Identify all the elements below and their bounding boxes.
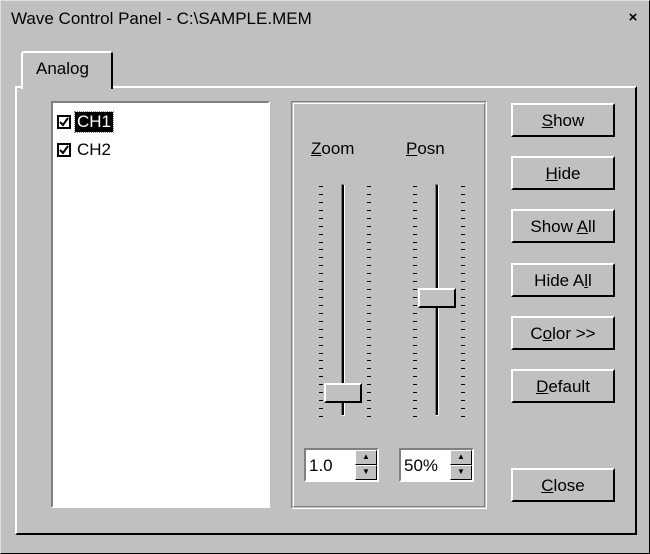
posn-ticks-right <box>461 186 465 417</box>
up-arrow-icon[interactable]: ▲ <box>450 450 472 465</box>
window-title: Wave Control Panel - C:\SAMPLE.MEM <box>11 9 312 28</box>
channel-listbox[interactable]: CH1 CH2 <box>51 101 270 508</box>
ch2-checkbox[interactable] <box>57 143 71 157</box>
zoom-ticks-right <box>367 186 371 417</box>
close-button[interactable]: Close <box>511 468 615 502</box>
wave-control-panel-window: Wave Control Panel - C:\SAMPLE.MEM × Ana… <box>0 0 650 554</box>
down-arrow-icon[interactable]: ▼ <box>450 465 472 480</box>
down-arrow-icon[interactable]: ▼ <box>355 465 377 480</box>
list-item-ch1[interactable]: CH1 <box>57 111 115 133</box>
title-bar: Wave Control Panel - C:\SAMPLE.MEM × <box>3 3 647 31</box>
posn-spinbox[interactable]: 50% ▲ ▼ <box>399 448 474 482</box>
ch1-checkbox[interactable] <box>57 115 71 129</box>
zoom-spinbox[interactable]: 1.0 ▲ ▼ <box>304 448 379 482</box>
zoom-ticks-left <box>319 186 323 417</box>
hide-all-button[interactable]: Hide All <box>511 263 615 297</box>
show-button[interactable]: Show <box>511 103 615 137</box>
tab-label: Analog <box>36 59 89 78</box>
color-button[interactable]: Color >> <box>511 316 615 350</box>
close-icon[interactable]: × <box>625 10 641 27</box>
check-icon <box>59 145 69 155</box>
up-arrow-icon[interactable]: ▲ <box>355 450 377 465</box>
zoom-slider-track[interactable] <box>341 184 345 416</box>
zoom-slider-thumb[interactable] <box>324 383 362 404</box>
check-icon <box>59 117 69 127</box>
zoom-label: Zoom <box>311 139 355 158</box>
zoom-value[interactable]: 1.0 <box>309 456 333 476</box>
posn-value[interactable]: 50% <box>404 456 438 476</box>
posn-slider-thumb[interactable] <box>418 288 456 308</box>
ch2-label: CH2 <box>77 140 112 159</box>
posn-label: Posn <box>406 139 445 158</box>
posn-ticks-left <box>413 186 417 417</box>
default-button[interactable]: Default <box>511 369 615 403</box>
tab-analog[interactable]: Analog <box>21 51 113 89</box>
show-all-button[interactable]: Show All <box>511 209 615 243</box>
ch1-label: CH1 <box>73 111 115 133</box>
list-item-ch2[interactable]: CH2 <box>57 139 113 161</box>
hide-button[interactable]: Hide <box>511 156 615 190</box>
